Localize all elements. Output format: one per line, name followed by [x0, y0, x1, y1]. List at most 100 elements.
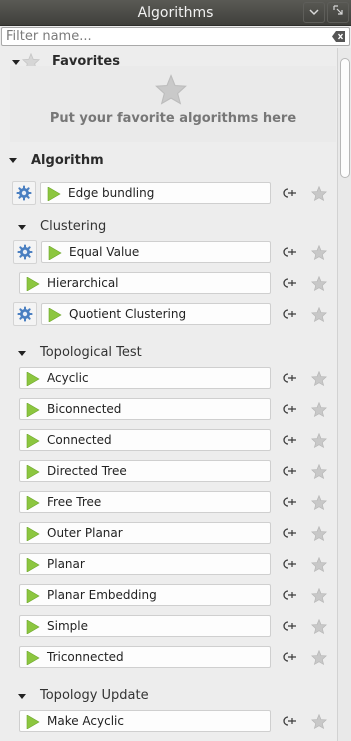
star-icon[interactable] — [311, 432, 327, 449]
algorithm-run-button-equal-value[interactable]: Equal Value — [41, 241, 271, 263]
algorithm-run-button-outer-planar[interactable]: Outer Planar — [19, 522, 271, 544]
favorite-button-biconnected[interactable] — [311, 401, 327, 420]
star-icon[interactable] — [311, 244, 327, 261]
pin-button-outer-planar[interactable] — [281, 527, 297, 542]
favorite-button-edge-bundling[interactable] — [311, 185, 327, 204]
play-icon-wrap — [26, 557, 40, 575]
vertical-scrollbar[interactable] — [337, 48, 351, 741]
algorithm-expand-arrow-icon[interactable] — [9, 158, 17, 163]
algorithm-run-button-acyclic[interactable]: Acyclic — [19, 367, 271, 389]
algorithm-run-button-quotient-clustering[interactable]: Quotient Clustering — [41, 303, 271, 325]
pin-button-free-tree[interactable] — [281, 496, 297, 511]
favorite-button-acyclic[interactable] — [311, 370, 327, 389]
favorite-button-outer-planar[interactable] — [311, 525, 327, 544]
star-icon[interactable] — [311, 618, 327, 635]
algorithm-run-button-connected[interactable]: Connected — [19, 429, 271, 451]
pin-button-make-acyclic[interactable] — [281, 715, 297, 730]
favorite-button-triconnected[interactable] — [311, 649, 327, 668]
play-icon-wrap — [26, 714, 40, 732]
algorithm-run-button-planar-embedding[interactable]: Planar Embedding — [19, 584, 271, 606]
pin-button-connected[interactable] — [281, 434, 297, 449]
gear-icon[interactable] — [17, 306, 33, 322]
pin-button-hierarchical[interactable] — [281, 277, 297, 292]
pin-button-acyclic[interactable] — [281, 372, 297, 387]
group-expand-arrow-icon[interactable] — [18, 225, 26, 230]
gear-icon[interactable] — [16, 185, 32, 201]
pin-icon[interactable] — [281, 496, 297, 508]
favorite-button-directed-tree[interactable] — [311, 463, 327, 482]
favorite-button-make-acyclic[interactable] — [311, 713, 327, 732]
algorithm-run-button-make-acyclic[interactable]: Make Acyclic — [19, 710, 271, 732]
star-icon[interactable] — [311, 185, 327, 202]
star-icon[interactable] — [311, 494, 327, 511]
algorithm-label: Directed Tree — [47, 464, 127, 478]
star-icon[interactable] — [311, 401, 327, 418]
algorithm-run-button-planar[interactable]: Planar — [19, 553, 271, 575]
pin-icon[interactable] — [281, 558, 297, 570]
pin-icon[interactable] — [281, 715, 297, 727]
undock-button[interactable] — [327, 2, 349, 23]
star-icon[interactable] — [311, 556, 327, 573]
star-icon[interactable] — [311, 649, 327, 666]
filter-input[interactable] — [2, 28, 322, 45]
algorithm-label: Biconnected — [47, 402, 122, 416]
pin-icon[interactable] — [281, 465, 297, 477]
pin-icon[interactable] — [281, 651, 297, 663]
pin-icon[interactable] — [281, 620, 297, 632]
play-icon — [26, 526, 40, 542]
pin-icon[interactable] — [281, 246, 297, 258]
favorite-button-free-tree[interactable] — [311, 494, 327, 513]
gear-icon[interactable] — [17, 244, 33, 260]
pin-icon[interactable] — [281, 372, 297, 384]
play-icon — [26, 464, 40, 480]
favorite-button-simple[interactable] — [311, 618, 327, 637]
algorithm-run-button-hierarchical[interactable]: Hierarchical — [19, 272, 271, 294]
pin-icon[interactable] — [281, 277, 297, 289]
pin-button-edge-bundling[interactable] — [281, 187, 297, 202]
algorithm-run-button-biconnected[interactable]: Biconnected — [19, 398, 271, 420]
star-icon[interactable] — [311, 463, 327, 480]
algorithm-run-button-triconnected[interactable]: Triconnected — [19, 646, 271, 668]
algorithm-list[interactable] — [0, 48, 351, 741]
favorites-expand-arrow-icon[interactable] — [12, 60, 20, 65]
pin-icon[interactable] — [281, 527, 297, 539]
play-icon-wrap — [26, 464, 40, 482]
pin-button-planar-embedding[interactable] — [281, 589, 297, 604]
clear-filter-icon[interactable] — [332, 31, 345, 42]
algorithm-label: Quotient Clustering — [69, 307, 187, 321]
favorite-button-connected[interactable] — [311, 432, 327, 451]
favorite-button-equal-value[interactable] — [311, 244, 327, 263]
pin-icon[interactable] — [281, 589, 297, 601]
star-icon[interactable] — [311, 525, 327, 542]
pin-button-triconnected[interactable] — [281, 651, 297, 666]
pin-icon[interactable] — [281, 403, 297, 415]
group-expand-arrow-icon[interactable] — [18, 351, 26, 356]
pin-button-biconnected[interactable] — [281, 403, 297, 418]
pin-button-directed-tree[interactable] — [281, 465, 297, 480]
favorite-button-hierarchical[interactable] — [311, 275, 327, 294]
play-icon — [26, 650, 40, 666]
algorithm-run-button-edge-bundling[interactable]: Edge bundling — [40, 182, 271, 204]
group-expand-arrow-icon[interactable] — [18, 694, 26, 699]
algorithm-run-button-free-tree[interactable]: Free Tree — [19, 491, 271, 513]
star-icon[interactable] — [311, 370, 327, 387]
collapse-button[interactable] — [303, 2, 325, 23]
star-icon[interactable] — [311, 275, 327, 292]
algorithm-run-button-simple[interactable]: Simple — [19, 615, 271, 637]
scrollbar-thumb[interactable] — [340, 58, 350, 178]
algorithm-run-button-directed-tree[interactable]: Directed Tree — [19, 460, 271, 482]
pin-icon[interactable] — [281, 187, 297, 199]
favorite-button-planar-embedding[interactable] — [311, 587, 327, 606]
star-icon[interactable] — [311, 713, 327, 730]
star-icon[interactable] — [311, 587, 327, 604]
algorithm-label: Planar Embedding — [47, 588, 157, 602]
pin-button-planar[interactable] — [281, 558, 297, 573]
favorite-button-quotient-clustering[interactable] — [311, 306, 327, 325]
pin-icon[interactable] — [281, 308, 297, 320]
pin-button-equal-value[interactable] — [281, 246, 297, 261]
favorite-button-planar[interactable] — [311, 556, 327, 575]
pin-button-quotient-clustering[interactable] — [281, 308, 297, 323]
pin-icon[interactable] — [281, 434, 297, 446]
pin-button-simple[interactable] — [281, 620, 297, 635]
star-icon[interactable] — [311, 306, 327, 323]
